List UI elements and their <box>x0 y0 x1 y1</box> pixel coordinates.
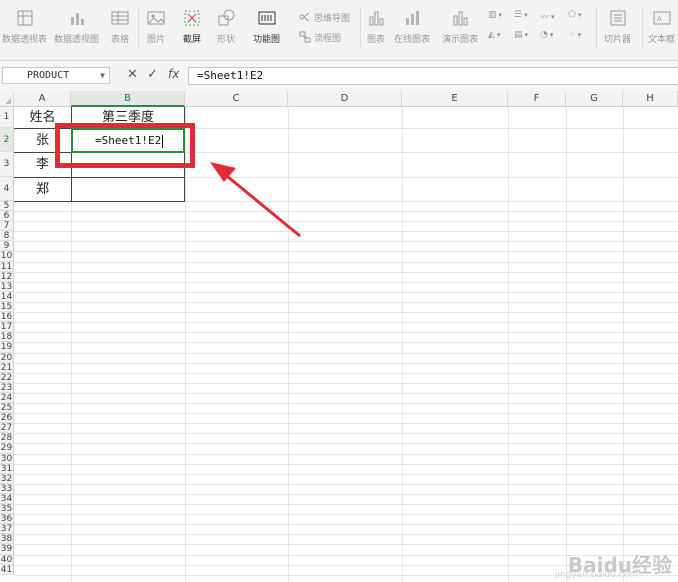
watermark-url: jingyan.baidu.com <box>554 570 638 580</box>
annotation-arrow <box>210 162 301 238</box>
